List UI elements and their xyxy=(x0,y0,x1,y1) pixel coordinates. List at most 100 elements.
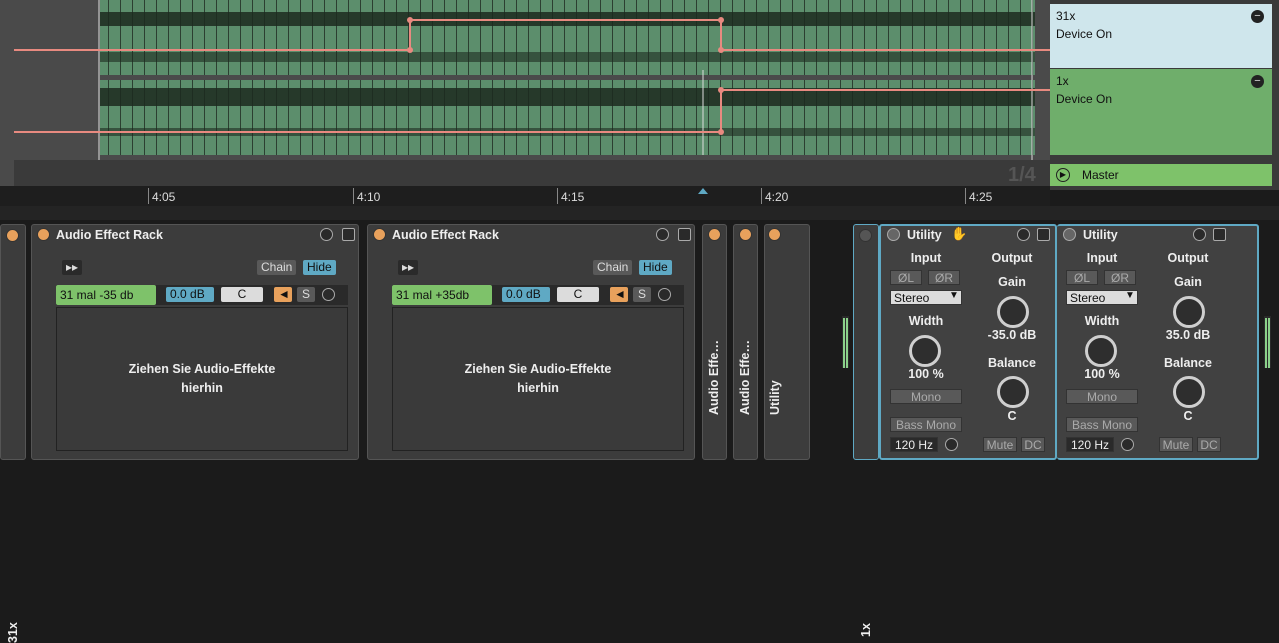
balance-value[interactable]: C xyxy=(1153,409,1223,423)
chain-pan[interactable]: C xyxy=(221,287,263,302)
chain-name[interactable]: 31 mal -35 db xyxy=(56,285,156,305)
chain-name[interactable]: 31 mal +35db xyxy=(392,285,492,305)
waveform-lanes[interactable] xyxy=(0,0,1050,186)
activator-icon[interactable] xyxy=(859,229,872,242)
phase-left-button[interactable]: ØL xyxy=(1066,270,1098,285)
speaker-icon[interactable]: ◄ xyxy=(274,287,292,302)
solo-button[interactable]: S xyxy=(633,287,651,302)
dc-button[interactable]: DC xyxy=(1021,437,1045,452)
mute-button[interactable]: Mute xyxy=(1159,437,1193,452)
chain-pan[interactable]: C xyxy=(557,287,599,302)
chain-volume[interactable]: 0.0 dB xyxy=(166,287,214,302)
folded-device-label: Audio Effe… xyxy=(707,340,721,415)
device-activator-icon[interactable] xyxy=(739,228,752,241)
device-activator-icon[interactable] xyxy=(708,228,721,241)
chain-strip-1x[interactable]: 1x xyxy=(853,224,879,637)
hot-swap-icon[interactable] xyxy=(1193,228,1206,241)
chain-row[interactable]: 31 mal -35 db 0.0 dB C ◄ S xyxy=(56,285,348,305)
remove-icon[interactable]: − xyxy=(1251,75,1264,88)
device-activator-icon[interactable] xyxy=(768,228,781,241)
hot-swap-icon[interactable] xyxy=(322,288,335,301)
master-track[interactable]: ▶ Master xyxy=(1050,164,1272,186)
mono-button[interactable]: Mono xyxy=(890,389,962,404)
balance-knob[interactable] xyxy=(1173,376,1205,408)
chain-strip-label: 1x xyxy=(859,623,873,637)
width-knob[interactable] xyxy=(909,335,941,367)
bass-mono-button[interactable]: Bass Mono xyxy=(890,417,962,432)
chain-name: 31x xyxy=(1056,9,1076,23)
gain-value[interactable]: 35.0 dB xyxy=(1153,328,1223,342)
chain-row[interactable]: 31 mal +35db 0.0 dB C ◄ S xyxy=(392,285,684,305)
hot-swap-icon[interactable] xyxy=(656,228,669,241)
bass-mono-button[interactable]: Bass Mono xyxy=(1066,417,1138,432)
drop-zone[interactable]: Ziehen Sie Audio-Effekte hierhin xyxy=(56,307,348,451)
play-icon[interactable]: ▶ xyxy=(1056,168,1070,182)
chain-item-1x[interactable]: 1x Device On − xyxy=(1050,69,1272,155)
audio-effect-rack-1[interactable]: Audio Effect Rack ▸▸ Chain Hide 31 mal -… xyxy=(31,224,359,460)
folded-device-2[interactable]: Audio Effe… xyxy=(733,224,758,460)
device-activator-icon[interactable] xyxy=(887,228,900,241)
balance-knob[interactable] xyxy=(997,376,1029,408)
chain-list[interactable]: 31x Device On − 1x Device On − xyxy=(1050,0,1279,190)
audio-effect-rack-2[interactable]: Audio Effect Rack ▸▸ Chain Hide 31 mal +… xyxy=(367,224,695,460)
output-label: Output xyxy=(1167,251,1209,265)
time-ruler[interactable]: 4:05 4:10 4:15 4:20 4:25 xyxy=(0,186,1050,206)
macro-toggle-icon[interactable]: ▸▸ xyxy=(62,260,83,275)
dc-button[interactable]: DC xyxy=(1197,437,1221,452)
bass-freq-field[interactable]: 120 Hz xyxy=(890,437,938,452)
width-value[interactable]: 100 % xyxy=(891,367,961,381)
drop-text: hierhin xyxy=(181,381,223,395)
headphone-icon[interactable] xyxy=(945,438,958,451)
width-value[interactable]: 100 % xyxy=(1067,367,1137,381)
ruler-tick: 4:20 xyxy=(761,188,788,204)
phase-right-button[interactable]: ØR xyxy=(928,270,960,285)
ruler-tick: 4:05 xyxy=(148,188,175,204)
bass-freq-field[interactable]: 120 Hz xyxy=(1066,437,1114,452)
gain-knob[interactable] xyxy=(1173,296,1205,328)
hot-swap-icon[interactable] xyxy=(320,228,333,241)
phase-right-button[interactable]: ØR xyxy=(1104,270,1136,285)
ruler-tick: 4:25 xyxy=(965,188,992,204)
chain-button[interactable]: Chain xyxy=(257,260,297,275)
drop-zone[interactable]: Ziehen Sie Audio-Effekte hierhin xyxy=(392,307,684,451)
phase-left-button[interactable]: ØL xyxy=(890,270,922,285)
gain-value[interactable]: -35.0 dB xyxy=(977,328,1047,342)
chain-strip-31x[interactable]: 31x xyxy=(0,224,26,643)
device-title: Utility xyxy=(907,228,942,242)
save-preset-icon[interactable] xyxy=(1037,228,1050,241)
chain-button[interactable]: Chain xyxy=(593,260,633,275)
chain-volume[interactable]: 0.0 dB xyxy=(502,287,550,302)
headphone-icon[interactable] xyxy=(1121,438,1134,451)
gain-knob[interactable] xyxy=(997,296,1029,328)
hide-button[interactable]: Hide xyxy=(639,260,672,275)
save-preset-icon[interactable] xyxy=(1213,228,1226,241)
folded-device-1[interactable]: Audio Effe… xyxy=(702,224,727,460)
utility-device-1[interactable]: Utility ✋ Input Output ØL ØR Stereo ▼ Ga… xyxy=(879,224,1057,460)
hide-button[interactable]: Hide xyxy=(303,260,336,275)
divider xyxy=(0,206,1279,220)
arrangement-view[interactable]: 1/4 xyxy=(0,0,1050,186)
balance-label: Balance xyxy=(988,356,1036,370)
mute-button[interactable]: Mute xyxy=(983,437,1017,452)
mono-button[interactable]: Mono xyxy=(1066,389,1138,404)
width-label: Width xyxy=(1084,314,1120,328)
folded-device-3[interactable]: Utility xyxy=(764,224,810,460)
save-preset-icon[interactable] xyxy=(342,228,355,241)
hot-swap-icon[interactable] xyxy=(658,288,671,301)
utility-device-2[interactable]: Utility Input Output ØL ØR Stereo ▼ Gain… xyxy=(1057,224,1259,460)
chain-item-31x[interactable]: 31x Device On − xyxy=(1050,4,1272,68)
remove-icon[interactable]: − xyxy=(1251,10,1264,23)
device-activator-icon[interactable] xyxy=(1063,228,1076,241)
speaker-icon[interactable]: ◄ xyxy=(610,287,628,302)
width-knob[interactable] xyxy=(1085,335,1117,367)
macro-toggle-icon[interactable]: ▸▸ xyxy=(398,260,419,275)
playhead-marker-icon[interactable] xyxy=(698,188,708,194)
hot-swap-icon[interactable] xyxy=(1017,228,1030,241)
save-preset-icon[interactable] xyxy=(678,228,691,241)
activator-icon[interactable] xyxy=(6,229,19,242)
solo-button[interactable]: S xyxy=(297,287,315,302)
ruler-tick: 4:15 xyxy=(557,188,584,204)
chain-name: 1x xyxy=(1056,74,1069,88)
balance-value[interactable]: C xyxy=(977,409,1047,423)
drop-text: Ziehen Sie Audio-Effekte xyxy=(128,362,276,376)
